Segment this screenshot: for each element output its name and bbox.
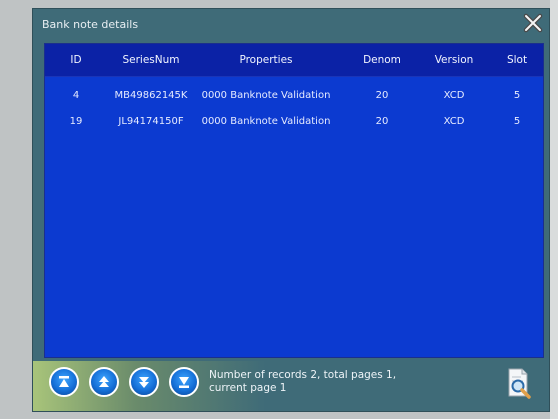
- table-row[interactable]: 4 MB49862145K 0000 Banknote Validation 2…: [45, 86, 543, 108]
- cell-slot: 5: [513, 116, 521, 127]
- close-button[interactable]: [523, 13, 543, 33]
- document-search-icon: [508, 368, 531, 399]
- cell-properties: 0000 Banknote Validation: [201, 116, 331, 127]
- last-page-button[interactable]: [169, 367, 199, 397]
- column-header-id[interactable]: ID: [63, 54, 89, 66]
- cell-denom: 20: [375, 116, 389, 127]
- cell-version: XCD: [443, 90, 465, 101]
- next-page-icon: [139, 377, 149, 388]
- last-page-icon: [179, 377, 189, 388]
- background-strip: [550, 0, 558, 419]
- banknote-table: ID SeriesNum Properties Denom Version Sl…: [44, 43, 544, 358]
- cell-slot: 5: [513, 90, 521, 101]
- records-info: Number of records 2, total pages 1, curr…: [209, 369, 429, 395]
- table-row[interactable]: 19 JL94174150F 0000 Banknote Validation …: [45, 112, 543, 134]
- table-header-row: ID SeriesNum Properties Denom Version Sl…: [45, 44, 543, 77]
- pagination-footer: Number of records 2, total pages 1, curr…: [33, 361, 549, 411]
- cell-seriesnum: MB49862145K: [114, 90, 188, 101]
- cell-version: XCD: [443, 116, 465, 127]
- column-header-slot[interactable]: Slot: [497, 54, 537, 66]
- first-page-icon: [59, 376, 69, 387]
- cell-id: 4: [72, 90, 80, 101]
- title-bar: Bank note details: [33, 9, 549, 39]
- next-page-button[interactable]: [129, 367, 159, 397]
- records-line-2: current page 1: [209, 382, 287, 394]
- bank-note-details-dialog: Bank note details ID SeriesNum Propertie…: [32, 8, 550, 412]
- previous-page-icon: [99, 376, 109, 387]
- close-icon: [523, 13, 543, 33]
- previous-page-button[interactable]: [89, 367, 119, 397]
- cell-id: 19: [69, 116, 83, 127]
- cell-denom: 20: [375, 90, 389, 101]
- search-button[interactable]: [503, 367, 533, 399]
- cell-properties: 0000 Banknote Validation: [201, 90, 331, 101]
- cell-seriesnum: JL94174150F: [118, 116, 184, 127]
- column-header-version[interactable]: Version: [425, 54, 483, 66]
- records-line-1: Number of records 2, total pages 1,: [209, 369, 397, 381]
- first-page-button[interactable]: [49, 367, 79, 397]
- column-header-denom[interactable]: Denom: [353, 54, 411, 66]
- dialog-title: Bank note details: [42, 18, 139, 31]
- column-header-properties[interactable]: Properties: [191, 54, 341, 66]
- column-header-seriesnum[interactable]: SeriesNum: [103, 54, 199, 66]
